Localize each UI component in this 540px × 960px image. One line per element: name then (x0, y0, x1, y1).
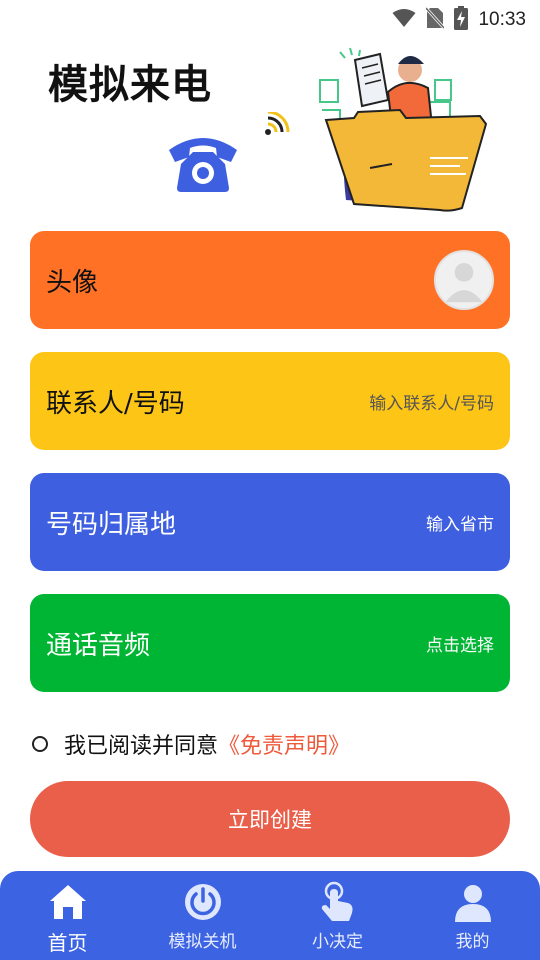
audio-row-label: 通话音频 (46, 630, 151, 661)
tab-small-decision-label: 小决定 (312, 932, 363, 952)
tab-home[interactable]: 首页 (0, 871, 135, 960)
bottom-tab-bar: 首页 模拟关机 小决定 我的 (0, 871, 540, 960)
avatar-row[interactable]: 头像 (30, 231, 510, 329)
tab-simulate-shutdown-label: 模拟关机 (168, 932, 237, 952)
battery-icon (454, 6, 469, 34)
contact-row-label: 联系人/号码 (46, 388, 185, 419)
tab-small-decision[interactable]: 小决定 (270, 871, 405, 960)
audio-select[interactable]: 点击选择 (426, 631, 494, 656)
tap-hand-icon (318, 881, 358, 923)
tab-simulate-shutdown[interactable]: 模拟关机 (135, 871, 270, 960)
region-input[interactable]: 输入省市 (426, 510, 494, 535)
avatar[interactable] (434, 250, 494, 310)
user-icon (453, 881, 493, 923)
region-row[interactable]: 号码归属地 输入省市 (30, 473, 510, 571)
disclaimer-link[interactable]: 《免责声明》 (218, 734, 350, 759)
page-title: 模拟来电 (48, 62, 212, 108)
signal-icon (262, 110, 290, 142)
agreement-radio[interactable] (32, 736, 48, 752)
region-row-label: 号码归属地 (46, 509, 177, 540)
no-sim-icon (425, 6, 446, 33)
status-bar: 10:33 (0, 0, 540, 36)
telephone-icon (165, 128, 241, 198)
status-time: 10:33 (478, 9, 526, 30)
power-icon (183, 881, 223, 923)
contact-row[interactable]: 联系人/号码 输入联系人/号码 (30, 352, 510, 450)
home-icon (48, 881, 88, 923)
wifi-icon (392, 8, 416, 32)
create-button[interactable]: 立即创建 (30, 781, 510, 857)
tab-profile[interactable]: 我的 (405, 871, 540, 960)
tab-home-label: 首页 (47, 931, 88, 955)
contact-input[interactable]: 输入联系人/号码 (369, 389, 494, 414)
folder-person-illustration (310, 40, 495, 224)
agreement: 我已阅读并同意《免责声明》 (32, 728, 350, 760)
avatar-row-label: 头像 (46, 267, 99, 298)
audio-row[interactable]: 通话音频 点击选择 (30, 594, 510, 692)
agreement-text: 我已阅读并同意 (64, 734, 219, 759)
tab-profile-label: 我的 (455, 932, 490, 952)
